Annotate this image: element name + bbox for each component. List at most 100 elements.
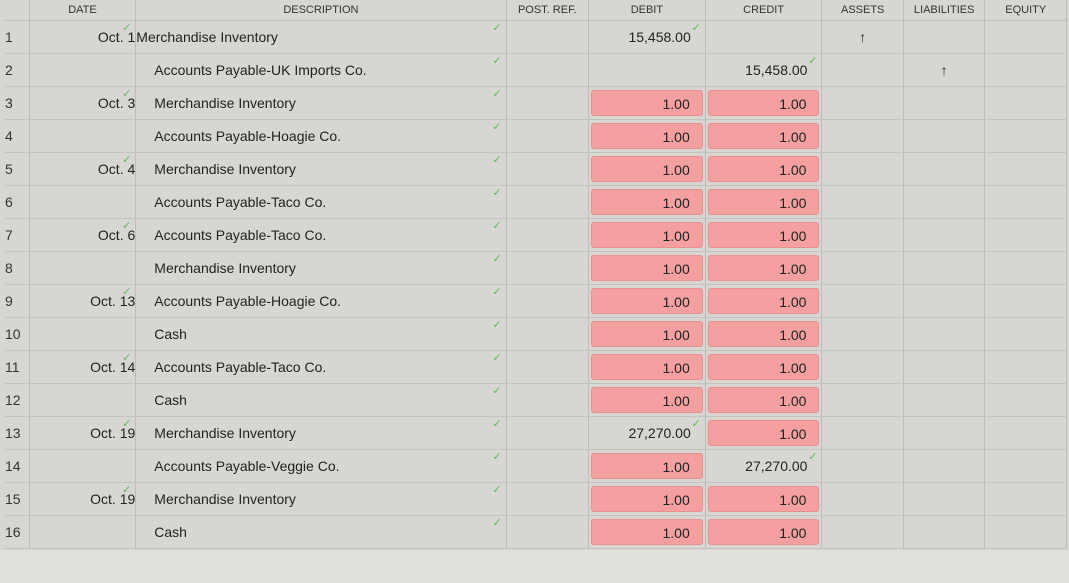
- equity-cell[interactable]: [984, 185, 1067, 219]
- assets-cell[interactable]: [821, 482, 904, 516]
- debit-input[interactable]: 1.00: [591, 321, 703, 347]
- post-ref-cell[interactable]: [506, 119, 590, 153]
- credit-cell[interactable]: 27,270.00 ✓: [705, 449, 823, 483]
- liabilities-cell[interactable]: [903, 482, 986, 516]
- debit-input[interactable]: 1.00: [591, 288, 703, 314]
- debit-cell[interactable]: 1.00: [588, 86, 706, 120]
- debit-input[interactable]: 1.00: [591, 486, 703, 512]
- equity-cell[interactable]: [984, 218, 1067, 252]
- debit-input[interactable]: 1.00: [591, 90, 703, 116]
- credit-cell[interactable]: 15,458.00 ✓: [705, 53, 823, 87]
- credit-cell[interactable]: 1.00: [705, 284, 823, 318]
- post-ref-cell[interactable]: [506, 251, 590, 285]
- post-ref-cell[interactable]: [506, 86, 590, 120]
- credit-cell[interactable]: 1.00: [705, 119, 823, 153]
- debit-cell[interactable]: 15,458.00 ✓: [588, 20, 706, 54]
- post-ref-cell[interactable]: [506, 515, 590, 549]
- date-cell[interactable]: Oct. 3 ✓: [29, 86, 137, 120]
- post-ref-cell[interactable]: [506, 185, 590, 219]
- description-cell[interactable]: Accounts Payable-Hoagie Co. ✓: [135, 284, 507, 318]
- credit-cell[interactable]: 1.00: [705, 251, 823, 285]
- liabilities-cell[interactable]: [903, 515, 986, 549]
- equity-cell[interactable]: [984, 317, 1067, 351]
- liabilities-cell[interactable]: [903, 218, 986, 252]
- assets-cell[interactable]: [821, 185, 904, 219]
- liabilities-cell[interactable]: [903, 284, 986, 318]
- debit-input[interactable]: 1.00: [591, 189, 703, 215]
- debit-input[interactable]: 1.00: [591, 387, 703, 413]
- debit-input[interactable]: 1.00: [591, 123, 703, 149]
- date-cell[interactable]: [29, 383, 137, 417]
- date-cell[interactable]: Oct. 6 ✓: [29, 218, 137, 252]
- debit-cell[interactable]: 1.00: [588, 350, 706, 384]
- equity-cell[interactable]: [984, 119, 1067, 153]
- assets-cell[interactable]: ↑: [821, 20, 904, 54]
- description-cell[interactable]: Accounts Payable-Taco Co. ✓: [135, 218, 507, 252]
- credit-input[interactable]: 1.00: [707, 321, 820, 347]
- debit-cell[interactable]: 27,270.00 ✓: [588, 416, 706, 450]
- description-cell[interactable]: Accounts Payable-Taco Co. ✓: [135, 185, 507, 219]
- post-ref-cell[interactable]: [506, 53, 590, 87]
- credit-input[interactable]: 1.00: [707, 156, 820, 182]
- description-cell[interactable]: Merchandise Inventory ✓: [135, 482, 507, 516]
- credit-input[interactable]: 1.00: [707, 354, 820, 380]
- debit-cell[interactable]: 1.00: [588, 449, 706, 483]
- date-cell[interactable]: Oct. 19 ✓: [29, 482, 137, 516]
- assets-cell[interactable]: [821, 350, 904, 384]
- description-cell[interactable]: Accounts Payable-UK Imports Co. ✓: [135, 53, 507, 87]
- description-cell[interactable]: Cash ✓: [135, 317, 507, 351]
- post-ref-cell[interactable]: [506, 350, 590, 384]
- credit-cell[interactable]: 1.00: [705, 317, 823, 351]
- post-ref-cell[interactable]: [506, 20, 590, 54]
- credit-cell[interactable]: 1.00: [705, 482, 823, 516]
- assets-cell[interactable]: [821, 416, 904, 450]
- equity-cell[interactable]: [984, 86, 1067, 120]
- post-ref-cell[interactable]: [506, 218, 590, 252]
- description-cell[interactable]: Accounts Payable-Veggie Co. ✓: [135, 449, 507, 483]
- assets-cell[interactable]: [821, 251, 904, 285]
- credit-cell[interactable]: 1.00: [705, 86, 823, 120]
- liabilities-cell[interactable]: [903, 449, 986, 483]
- equity-cell[interactable]: [984, 449, 1067, 483]
- assets-cell[interactable]: [821, 218, 904, 252]
- debit-input[interactable]: 1.00: [591, 255, 703, 281]
- credit-input[interactable]: 1.00: [707, 420, 820, 446]
- liabilities-cell[interactable]: [903, 383, 986, 417]
- equity-cell[interactable]: [984, 416, 1067, 450]
- post-ref-cell[interactable]: [506, 317, 590, 351]
- debit-cell[interactable]: 1.00: [588, 482, 706, 516]
- date-cell[interactable]: [29, 251, 137, 285]
- post-ref-cell[interactable]: [506, 152, 590, 186]
- description-cell[interactable]: Accounts Payable-Hoagie Co. ✓: [135, 119, 507, 153]
- credit-value[interactable]: 15,458.00: [706, 62, 821, 78]
- equity-cell[interactable]: [984, 20, 1067, 54]
- credit-input[interactable]: 1.00: [707, 222, 820, 248]
- date-cell[interactable]: [29, 449, 137, 483]
- liabilities-cell[interactable]: ↑: [903, 53, 986, 87]
- debit-cell[interactable]: 1.00: [588, 251, 706, 285]
- assets-cell[interactable]: [821, 383, 904, 417]
- debit-cell[interactable]: [588, 53, 706, 87]
- assets-cell[interactable]: [821, 284, 904, 318]
- credit-cell[interactable]: 1.00: [705, 416, 823, 450]
- liabilities-cell[interactable]: [903, 20, 986, 54]
- assets-cell[interactable]: [821, 515, 904, 549]
- equity-cell[interactable]: [984, 152, 1067, 186]
- credit-value[interactable]: 27,270.00: [706, 458, 821, 474]
- liabilities-cell[interactable]: [903, 119, 986, 153]
- description-cell[interactable]: Merchandise Inventory ✓: [135, 20, 507, 54]
- assets-cell[interactable]: [821, 449, 904, 483]
- credit-input[interactable]: 1.00: [707, 387, 820, 413]
- assets-cell[interactable]: [821, 86, 904, 120]
- credit-cell[interactable]: 1.00: [705, 152, 823, 186]
- description-cell[interactable]: Cash ✓: [135, 383, 507, 417]
- credit-input[interactable]: 1.00: [707, 189, 820, 215]
- date-cell[interactable]: Oct. 1 ✓: [29, 20, 137, 54]
- debit-input[interactable]: 1.00: [591, 222, 703, 248]
- debit-input[interactable]: 1.00: [591, 453, 703, 479]
- post-ref-cell[interactable]: [506, 482, 590, 516]
- liabilities-cell[interactable]: [903, 416, 986, 450]
- credit-cell[interactable]: 1.00: [705, 350, 823, 384]
- debit-value[interactable]: 27,270.00: [589, 425, 704, 441]
- post-ref-cell[interactable]: [506, 383, 590, 417]
